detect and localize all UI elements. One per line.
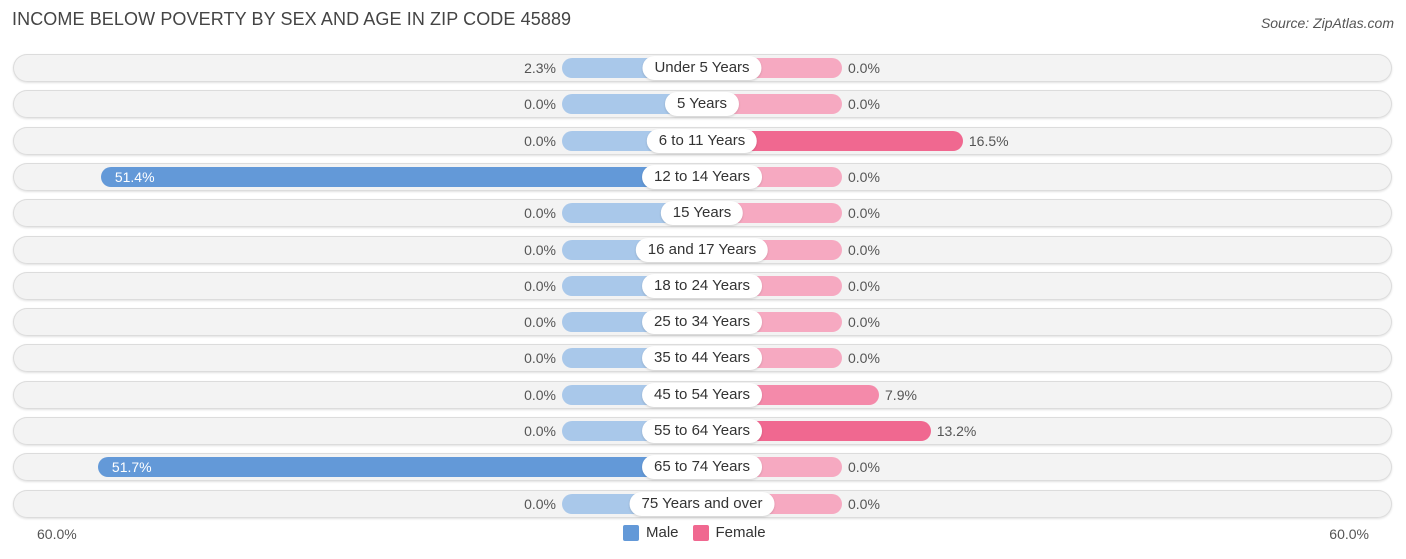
- value-label-female: 0.0%: [848, 277, 880, 294]
- value-label-male: 0.0%: [524, 423, 556, 439]
- value-label-male: 0.0%: [524, 96, 556, 113]
- legend-swatch-male: [623, 524, 639, 541]
- category-label: 35 to 44 Years: [642, 346, 762, 371]
- value-label-male: 51.4%: [114, 168, 155, 185]
- value-label-female: 0.0%: [848, 314, 880, 331]
- value-label-male: 0.0%: [524, 386, 556, 403]
- value-label-female: 0.0%: [848, 495, 880, 512]
- bar-male[interactable]: [97, 457, 702, 478]
- value-label-female: 0.0%: [848, 241, 880, 258]
- category-label: 18 to 24 Years: [642, 273, 762, 298]
- value-label-male: 0.0%: [524, 241, 556, 258]
- category-label: 25 to 34 Years: [642, 310, 762, 335]
- value-label-male: 0.0%: [524, 277, 556, 294]
- category-label: 12 to 14 Years: [642, 164, 762, 189]
- legend: Male Female: [623, 524, 780, 541]
- category-label: 16 and 17 Years: [635, 237, 769, 262]
- value-label-female: 7.9%: [885, 386, 917, 403]
- category-label: 55 to 64 Years: [642, 419, 762, 443]
- category-label: 6 to 11 Years: [646, 128, 758, 153]
- legend-label-male: Male: [646, 524, 679, 541]
- legend-item-male[interactable]: Male: [623, 524, 679, 541]
- value-label-female: 16.5%: [968, 132, 1009, 149]
- axis-label-left: 60.0%: [37, 526, 77, 542]
- category-label: 75 Years and over: [629, 491, 775, 516]
- value-label-male: 51.7%: [111, 459, 152, 476]
- value-label-male: 0.0%: [524, 350, 556, 367]
- value-label-male: 0.0%: [524, 495, 556, 512]
- axis-label-right: 60.0%: [1329, 526, 1369, 542]
- chart-area: 2.3% 0.0% Under 5 Years 0.0% 0.0% 5 Years 0.0%…: [0, 0, 1406, 559]
- value-label-male: 0.0%: [524, 205, 556, 222]
- value-label-female: 0.0%: [848, 459, 880, 476]
- category-label: Under 5 Years: [642, 56, 762, 80]
- value-label-female: 0.0%: [848, 96, 880, 113]
- value-label-male: 0.0%: [524, 132, 556, 149]
- value-label-female: 0.0%: [848, 205, 880, 222]
- value-label-female: 0.0%: [848, 168, 880, 185]
- category-label: 45 to 54 Years: [642, 382, 762, 407]
- value-label-male: 0.0%: [524, 314, 556, 331]
- category-label: 15 Years: [660, 201, 744, 226]
- value-label-female: 13.2%: [936, 423, 977, 439]
- bar-male[interactable]: [100, 166, 702, 187]
- legend-swatch-female: [692, 524, 709, 541]
- legend-item-female[interactable]: Female: [692, 524, 766, 541]
- value-label-female: 0.0%: [848, 60, 880, 76]
- value-label-female: 0.0%: [848, 350, 880, 367]
- value-label-male: 2.3%: [524, 60, 556, 76]
- legend-label-female: Female: [715, 524, 766, 541]
- category-label: 65 to 74 Years: [642, 455, 762, 480]
- category-label: 5 Years: [664, 92, 740, 117]
